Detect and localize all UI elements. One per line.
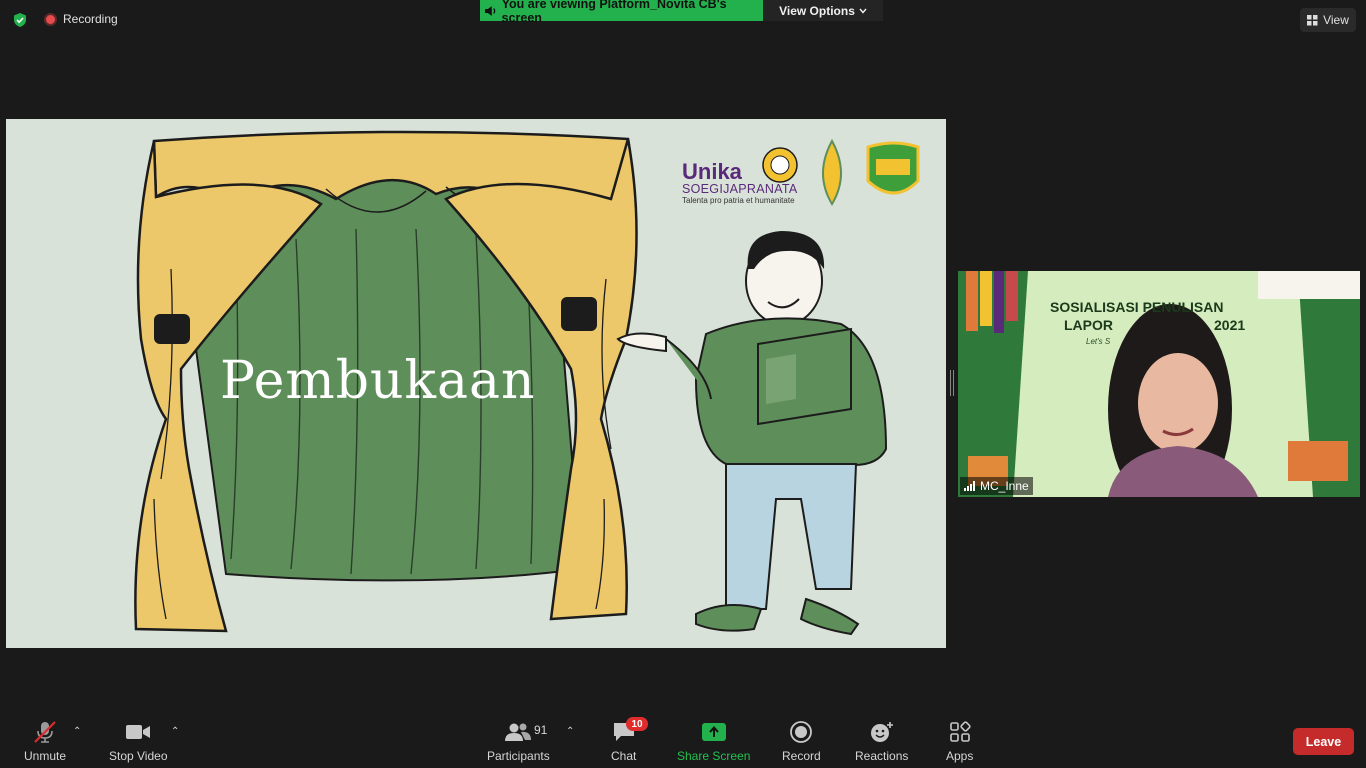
speaker-icon bbox=[484, 5, 496, 16]
chat-label: Chat bbox=[611, 749, 637, 763]
background-title-line1: SOSIALISASI PENULISAN bbox=[1050, 299, 1224, 315]
participants-count: 91 bbox=[534, 723, 548, 737]
background-subtitle: Let's S bbox=[1086, 337, 1111, 346]
record-label: Record bbox=[782, 749, 821, 763]
stop-video-label: Stop Video bbox=[109, 749, 168, 763]
recording-dot-icon bbox=[44, 12, 57, 26]
grid-view-icon bbox=[1307, 14, 1318, 25]
video-options-caret-icon[interactable]: ⌃ bbox=[171, 726, 179, 737]
participants-icon bbox=[505, 723, 532, 741]
chat-unread-badge: 10 bbox=[626, 717, 648, 731]
recording-indicator[interactable]: Recording bbox=[44, 12, 118, 26]
shared-screen-slide: Unika SOEGIJAPRANATA Talenta pro patria … bbox=[6, 119, 946, 648]
screen-share-banner: You are viewing Platform_Novita CB's scr… bbox=[480, 0, 763, 25]
anniversary-logo bbox=[822, 138, 842, 206]
logo-name: Unika bbox=[682, 159, 742, 184]
unmute-button[interactable]: Unmute bbox=[24, 720, 66, 763]
logo-motto: Talenta pro patria et humanitate bbox=[682, 196, 795, 205]
participant-name: MC_Inne bbox=[980, 479, 1029, 493]
participants-options-caret-icon[interactable]: ⌃ bbox=[566, 726, 574, 737]
panel-resize-handle[interactable] bbox=[950, 370, 954, 396]
stop-video-button[interactable]: Stop Video bbox=[109, 720, 168, 763]
record-button[interactable]: Record bbox=[782, 720, 821, 763]
background-title-line2a: LAPOR bbox=[1064, 317, 1113, 333]
unmute-label: Unmute bbox=[24, 749, 67, 763]
view-label: View bbox=[1323, 13, 1349, 27]
share-screen-icon bbox=[701, 723, 726, 741]
reactions-label: Reactions bbox=[855, 749, 909, 763]
participant-name-tag: MC_Inne bbox=[960, 477, 1033, 495]
share-screen-button[interactable]: Share Screen bbox=[677, 720, 750, 763]
recording-label: Recording bbox=[63, 12, 118, 26]
share-screen-label: Share Screen bbox=[677, 749, 751, 763]
faculty-crest-logo bbox=[866, 141, 920, 195]
zoom-meeting-window: Recording You are viewing Platform_Novit… bbox=[0, 0, 1366, 768]
participants-label: Participants bbox=[487, 749, 550, 763]
participant-video-tile[interactable]: SOSIALISASI PENULISAN LAPOR 2021 Let's S… bbox=[958, 271, 1360, 497]
background-title-line2b: 2021 bbox=[1214, 317, 1246, 333]
view-layout-button[interactable]: View bbox=[1300, 8, 1356, 32]
security-shield-icon[interactable] bbox=[12, 12, 28, 28]
apps-button[interactable]: Apps bbox=[946, 720, 973, 763]
reactions-button[interactable]: Reactions bbox=[855, 720, 908, 763]
apps-icon bbox=[949, 721, 971, 742]
unika-logo-text: Unika SOEGIJAPRANATA Talenta pro patria … bbox=[682, 161, 798, 206]
presenter-character-illustration bbox=[616, 231, 888, 636]
logo-university: SOEGIJAPRANATA bbox=[682, 182, 798, 196]
audio-options-caret-icon[interactable]: ⌃ bbox=[73, 726, 81, 737]
muted-microphone-icon bbox=[34, 721, 56, 743]
leave-meeting-button[interactable]: Leave bbox=[1293, 728, 1354, 755]
video-camera-icon bbox=[126, 725, 151, 739]
share-banner-text: You are viewing Platform_Novita CB's scr… bbox=[501, 0, 727, 25]
view-options-label: View Options bbox=[779, 3, 855, 18]
chevron-down-icon bbox=[859, 8, 867, 14]
slide-title: Pembukaan bbox=[220, 351, 536, 411]
signal-strength-icon bbox=[964, 481, 975, 491]
reactions-smiley-icon bbox=[870, 722, 893, 742]
record-icon bbox=[790, 721, 813, 743]
apps-label: Apps bbox=[946, 749, 974, 763]
view-options-button[interactable]: View Options bbox=[763, 0, 883, 21]
